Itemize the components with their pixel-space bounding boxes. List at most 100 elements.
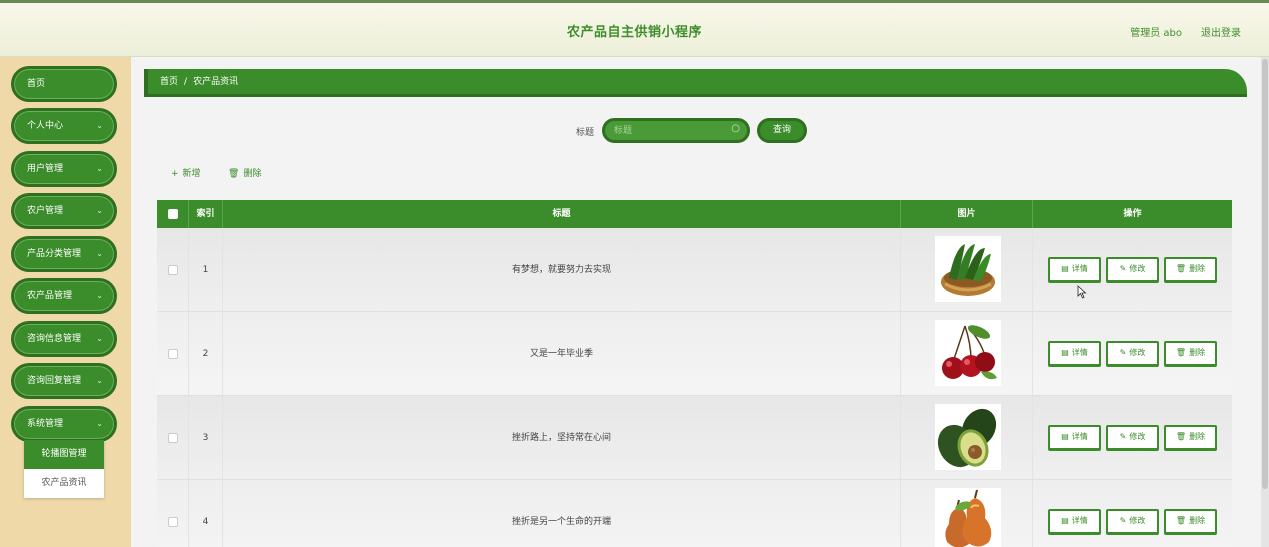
logout-link[interactable]: 退出登录 xyxy=(1201,24,1241,39)
delete-button-label: 删除 xyxy=(1189,516,1206,525)
edit-button-label: 修改 xyxy=(1129,264,1146,273)
sidebar-item-home[interactable]: 首页 xyxy=(11,66,117,102)
page-scrollbar[interactable] xyxy=(1261,57,1269,547)
sidebar-item-label: 咨询回复管理 xyxy=(27,376,82,386)
edit-button[interactable]: ✎ 修改 xyxy=(1106,509,1159,535)
row-index: 3 xyxy=(189,396,223,480)
sidebar-item-label: 农产品管理 xyxy=(27,291,73,301)
search-button[interactable]: 查询 xyxy=(757,118,807,143)
chevron-down-icon: ⌄ xyxy=(96,249,103,258)
top-header: 农产品自主供销小程序 管理员 abo 退出登录 xyxy=(0,0,1269,57)
breadcrumb-home[interactable]: 首页 xyxy=(160,77,178,87)
breadcrumb: 首页 / 农产品资讯 xyxy=(144,69,1247,97)
detail-button[interactable]: ▤ 详情 xyxy=(1048,425,1101,451)
sidebar-item-label: 用户管理 xyxy=(27,164,64,174)
pencil-icon: ✎ xyxy=(1119,432,1127,441)
sidebar-item-category-management[interactable]: 产品分类管理 ⌄ xyxy=(11,236,117,272)
cherries-image[interactable] xyxy=(935,320,1001,386)
avocado-image[interactable] xyxy=(935,404,1001,470)
submenu-item-news[interactable]: 农产品资讯 xyxy=(24,469,104,498)
sidebar-item-product-management[interactable]: 农产品管理 ⌄ xyxy=(11,278,117,314)
sidebar-item-user-management[interactable]: 用户管理 ⌄ xyxy=(11,151,117,187)
sidebar-item-farmer-management[interactable]: 农户管理 ⌄ xyxy=(11,193,117,229)
add-button[interactable]: + 新增 xyxy=(171,166,201,179)
detail-button[interactable]: ▤ 详情 xyxy=(1048,509,1101,535)
edit-button[interactable]: ✎ 修改 xyxy=(1106,257,1159,283)
search-label: 标题 xyxy=(576,128,595,138)
trash-icon: 🗑 xyxy=(1175,432,1187,441)
select-all-checkbox[interactable] xyxy=(167,208,178,219)
sidebar-item-system-management[interactable]: 系统管理 ⌄ xyxy=(11,406,117,442)
edit-button-label: 修改 xyxy=(1129,348,1146,357)
sidebar-item-personal-center[interactable]: 个人中心 ⌄ xyxy=(11,108,117,144)
batch-delete-button[interactable]: 🗑 删除 xyxy=(228,166,261,179)
detail-button[interactable]: ▤ 详情 xyxy=(1048,257,1101,283)
row-index: 4 xyxy=(189,480,223,547)
delete-button-label: 删除 xyxy=(1189,264,1206,273)
search-input[interactable] xyxy=(614,124,726,138)
row-actions: ▤ 详情 ✎ 修改 🗑 删除 xyxy=(1047,480,1232,547)
row-image-cell xyxy=(901,228,1033,312)
delete-button-label: 删除 xyxy=(1189,348,1206,357)
app-title: 农产品自主供销小程序 xyxy=(566,25,702,40)
table-row: 4 挫折是另一个生命的开端 ▤ 详情 ✎ 修改 🗑 删除 xyxy=(157,480,1232,547)
table-row: 3 挫折路上，坚持常在心间 ▤ 详情 ✎ 修改 🗑 删除 xyxy=(157,396,1232,480)
delete-button[interactable]: 🗑 删除 xyxy=(1164,341,1217,367)
table-row: 1 有梦想，就要努力去实现 ▤ 详情 ✎ 修改 🗑 删除 xyxy=(157,228,1232,312)
edit-button[interactable]: ✎ 修改 xyxy=(1106,425,1159,451)
pencil-icon: ✎ xyxy=(1119,348,1127,357)
trash-icon: 🗑 xyxy=(1175,348,1187,357)
row-index: 2 xyxy=(189,312,223,396)
table-header: 索引 标题 图片 操作 xyxy=(157,200,1232,228)
detail-button[interactable]: ▤ 详情 xyxy=(1048,341,1101,367)
row-select-cell xyxy=(157,396,189,480)
sidebar-item-label: 咨询信息管理 xyxy=(27,334,82,344)
sidebar-item-inquiry-management[interactable]: 咨询信息管理 ⌄ xyxy=(11,321,117,357)
breadcrumb-current: 农产品资讯 xyxy=(193,77,239,87)
row-title: 挫折路上，坚持常在心间 xyxy=(223,396,901,480)
edit-button[interactable]: ✎ 修改 xyxy=(1106,341,1159,367)
column-header-title: 标题 xyxy=(223,200,901,228)
chevron-down-icon: ⌄ xyxy=(96,334,103,343)
sidebar-item-label: 首页 xyxy=(27,79,46,89)
search-icon: ○ xyxy=(731,123,740,134)
delete-button[interactable]: 🗑 删除 xyxy=(1164,257,1217,283)
chevron-down-icon: ⌄ xyxy=(96,376,103,385)
row-title: 又是一年毕业季 xyxy=(223,312,901,396)
row-checkbox[interactable] xyxy=(167,432,178,443)
row-image-cell xyxy=(901,312,1033,396)
sidebar-item-label: 产品分类管理 xyxy=(27,249,82,259)
sidebar-item-label: 系统管理 xyxy=(27,419,64,429)
table-row: 2 又是一年毕业季 ▤ 详情 ✎ 修改 🗑 删除 xyxy=(157,312,1232,396)
cucumber-basket-image[interactable] xyxy=(935,236,1001,302)
sidebar-item-reply-management[interactable]: 咨询回复管理 ⌄ xyxy=(11,363,117,399)
row-checkbox[interactable] xyxy=(167,264,178,275)
detail-button-label: 详情 xyxy=(1071,432,1088,441)
pears-image[interactable] xyxy=(935,488,1001,547)
row-select-cell xyxy=(157,480,189,547)
edit-button-label: 修改 xyxy=(1129,516,1146,525)
chevron-down-icon: ⌄ xyxy=(96,206,103,215)
detail-button-label: 详情 xyxy=(1071,348,1088,357)
submenu-item-carousel[interactable]: 轮播图管理 xyxy=(24,440,104,469)
sidebar-item-label: 农户管理 xyxy=(27,206,64,216)
chevron-down-icon: ⌄ xyxy=(96,291,103,300)
search-box[interactable]: ○ xyxy=(602,118,750,143)
delete-button[interactable]: 🗑 删除 xyxy=(1164,425,1217,451)
plus-icon: + xyxy=(171,169,179,179)
detail-button-label: 详情 xyxy=(1071,516,1088,525)
row-checkbox[interactable] xyxy=(167,348,178,359)
edit-button-label: 修改 xyxy=(1129,432,1146,441)
delete-button[interactable]: 🗑 删除 xyxy=(1164,509,1217,535)
pencil-icon: ✎ xyxy=(1119,264,1127,273)
breadcrumb-separator: / xyxy=(184,77,188,87)
chevron-down-icon: ⌄ xyxy=(96,121,103,130)
sidebar-item-label: 个人中心 xyxy=(27,121,64,131)
document-icon: ▤ xyxy=(1061,516,1069,525)
row-actions: ▤ 详情 ✎ 修改 🗑 删除 xyxy=(1047,228,1232,312)
scrollbar-thumb[interactable] xyxy=(1262,59,1268,489)
row-checkbox[interactable] xyxy=(167,516,178,527)
delete-button-label: 删除 xyxy=(1189,432,1206,441)
row-title: 挫折是另一个生命的开端 xyxy=(223,480,901,547)
chevron-down-icon: ⌄ xyxy=(96,419,103,428)
